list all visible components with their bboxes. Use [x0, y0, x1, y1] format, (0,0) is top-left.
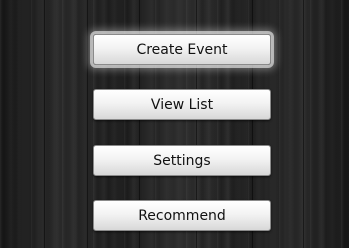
- view-list-button[interactable]: View List: [93, 89, 271, 120]
- create-event-button[interactable]: Create Event: [93, 34, 271, 65]
- recommend-button[interactable]: Recommend: [93, 200, 271, 231]
- settings-button[interactable]: Settings: [93, 145, 271, 176]
- main-menu: Create Event View List Settings Recommen…: [0, 0, 349, 248]
